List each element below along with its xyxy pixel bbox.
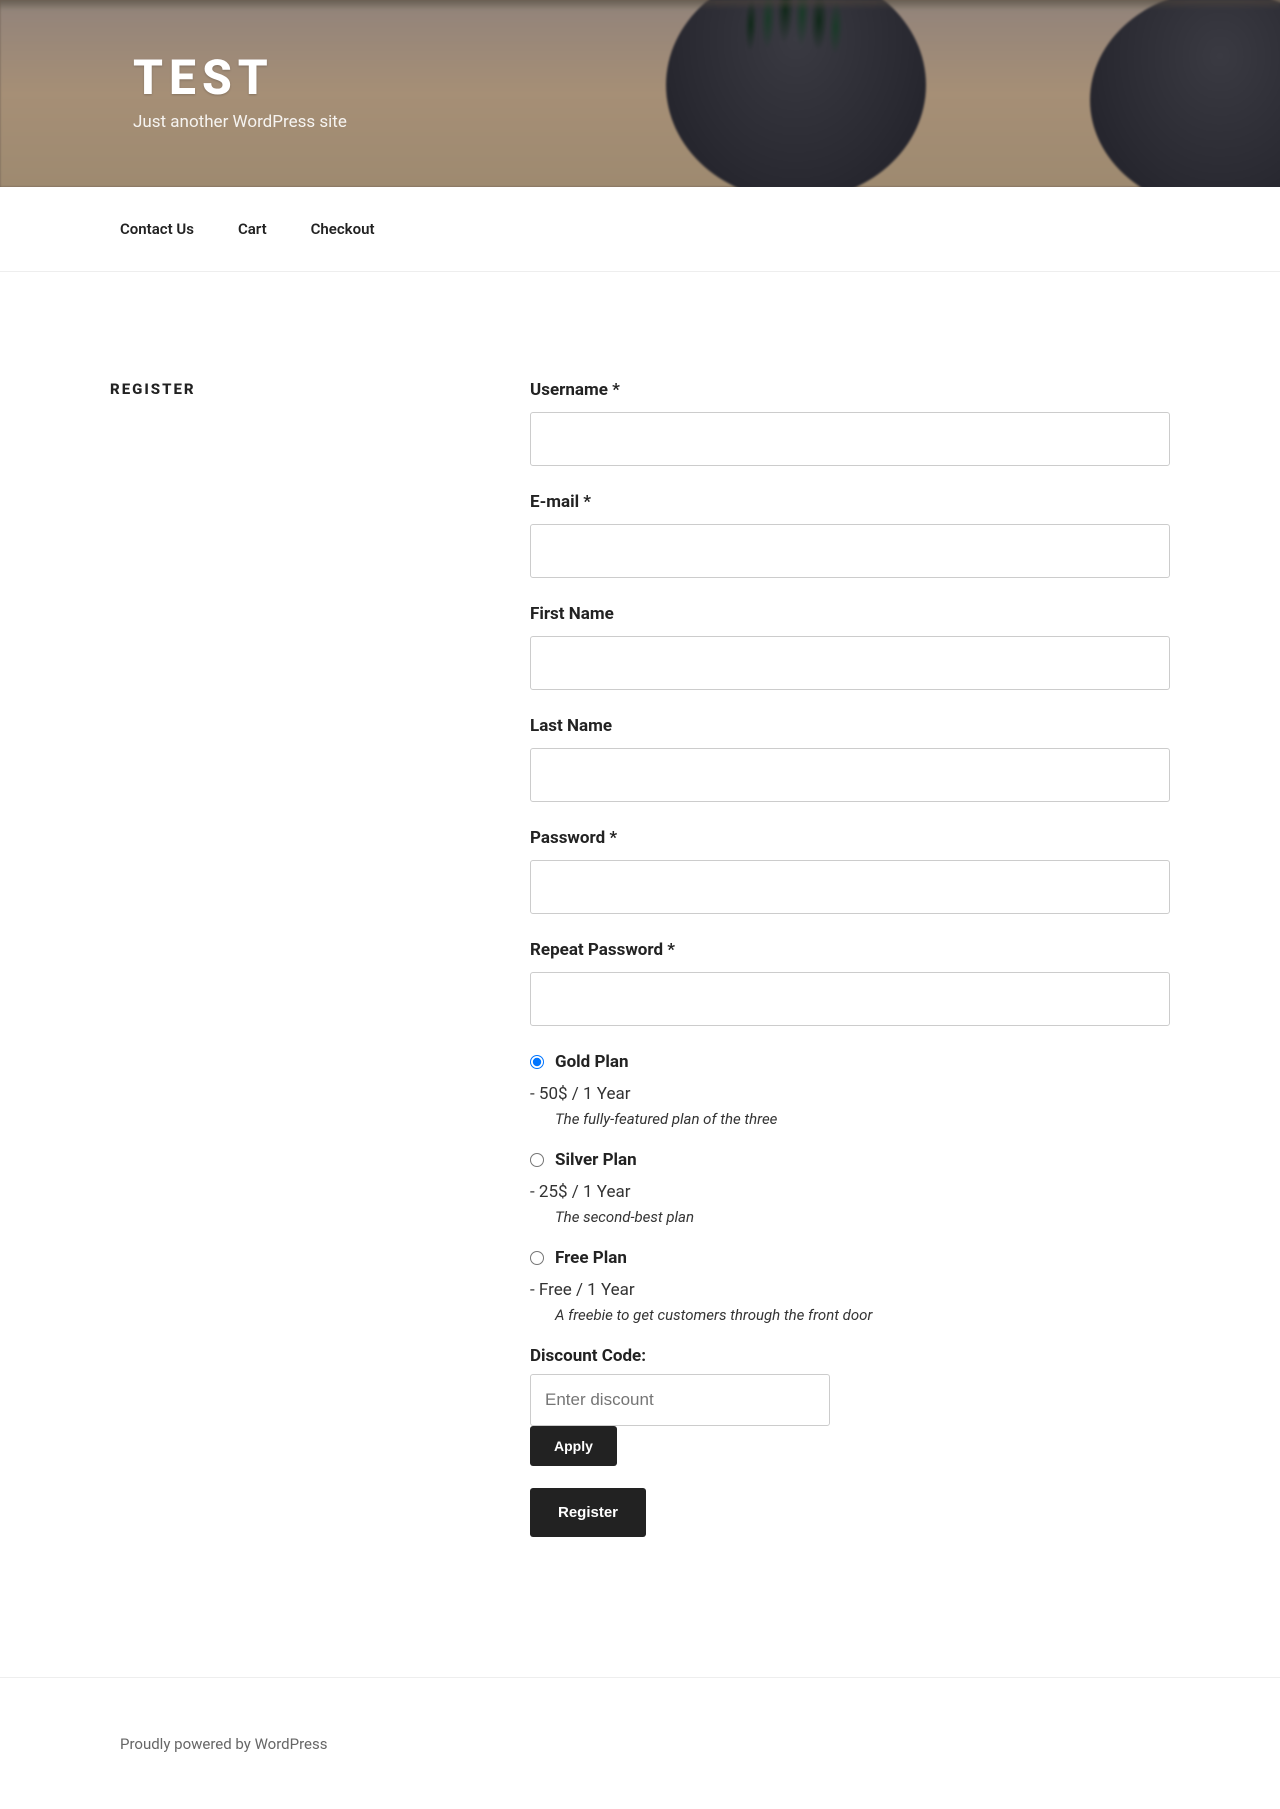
nav-item-cart[interactable]: Cart (238, 220, 267, 238)
first-name-input[interactable] (530, 636, 1170, 690)
last-name-input[interactable] (530, 748, 1170, 802)
plan-price: - 50$ / 1 Year (530, 1084, 1170, 1104)
last-name-label: Last Name (530, 716, 1170, 736)
repeat-password-label: Repeat Password * (530, 940, 1170, 960)
nav-item-contact-us[interactable]: Contact Us (120, 220, 194, 238)
page-title: REGISTER (110, 380, 450, 398)
plan-name: Silver Plan (555, 1150, 637, 1170)
username-input[interactable] (530, 412, 1170, 466)
site-tagline: Just another WordPress site (133, 112, 347, 132)
username-label: Username * (530, 380, 1170, 400)
plan-radio-gold[interactable] (530, 1055, 544, 1069)
password-input[interactable] (530, 860, 1170, 914)
email-label: E-mail * (530, 492, 1170, 512)
plan-radio-silver[interactable] (530, 1153, 544, 1167)
hero-banner: TEST Just another WordPress site (0, 0, 1280, 187)
plan-description: The second-best plan (555, 1208, 1170, 1226)
first-name-label: First Name (530, 604, 1170, 624)
site-footer: Proudly powered by WordPress (0, 1677, 1280, 1809)
plan-radio-free[interactable] (530, 1251, 544, 1265)
discount-label: Discount Code: (530, 1346, 1170, 1366)
decorative-pot (1090, 0, 1280, 187)
password-label: Password * (530, 828, 1170, 848)
register-button[interactable]: Register (530, 1488, 646, 1537)
plan-option-gold: Gold Plan - 50$ / 1 Year The fully-featu… (530, 1052, 1170, 1128)
primary-nav: Contact Us Cart Checkout (0, 187, 1280, 272)
plan-option-silver: Silver Plan - 25$ / 1 Year The second-be… (530, 1150, 1170, 1226)
plan-description: A freebie to get customers through the f… (555, 1306, 1170, 1324)
plan-name: Free Plan (555, 1248, 627, 1268)
repeat-password-input[interactable] (530, 972, 1170, 1026)
plan-name: Gold Plan (555, 1052, 629, 1072)
register-form: Username * E-mail * First Name Last Name… (530, 380, 1170, 1537)
plan-price: - 25$ / 1 Year (530, 1182, 1170, 1202)
discount-input[interactable] (530, 1374, 830, 1426)
plan-description: The fully-featured plan of the three (555, 1110, 1170, 1128)
apply-button[interactable]: Apply (530, 1426, 617, 1466)
plan-option-free: Free Plan - Free / 1 Year A freebie to g… (530, 1248, 1170, 1324)
nav-item-checkout[interactable]: Checkout (311, 220, 375, 238)
site-title[interactable]: TEST (133, 54, 347, 102)
decorative-leaves (715, 0, 889, 83)
plan-price: - Free / 1 Year (530, 1280, 1170, 1300)
email-input[interactable] (530, 524, 1170, 578)
footer-credit[interactable]: Proudly powered by WordPress (120, 1735, 327, 1753)
